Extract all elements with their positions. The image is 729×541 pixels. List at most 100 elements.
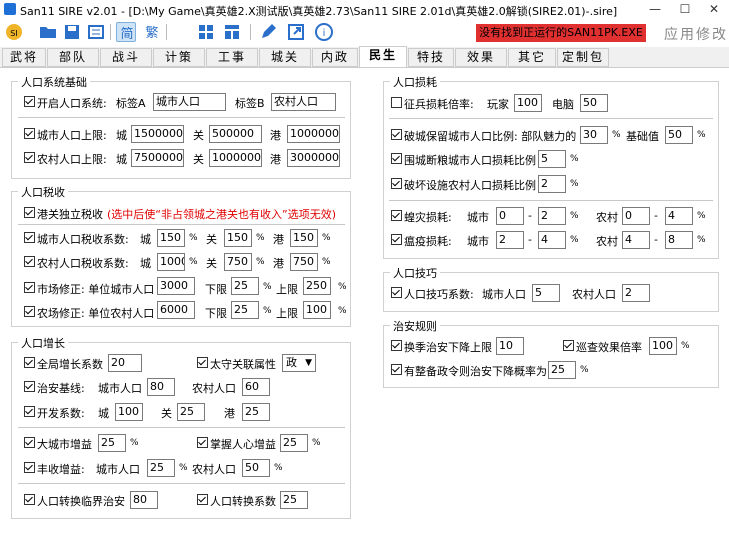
farm-cap-pass-input[interactable]: 1000000 — [209, 149, 262, 167]
independent-tax-checkbox[interactable] — [24, 207, 35, 218]
big-city-input[interactable]: 25 — [98, 434, 126, 452]
governor-attr-checkbox[interactable] — [197, 357, 208, 368]
farm-cap-city-input[interactable]: 7500000 — [131, 149, 184, 167]
tab-cities[interactable]: 城关 — [259, 48, 311, 67]
convert-rate-checkbox[interactable] — [197, 494, 208, 505]
city-tax-pass-input[interactable]: 150 — [224, 229, 252, 247]
encircle-input[interactable]: 5 — [538, 150, 566, 168]
city-cap-pass-input[interactable]: 500000 — [209, 125, 262, 143]
tab-others[interactable]: 其它 — [508, 48, 556, 67]
info-icon[interactable]: i — [314, 22, 334, 42]
farm-cap-port-input[interactable]: 3000000 — [287, 149, 340, 167]
farm-tax-city-input[interactable]: 1000 — [157, 253, 185, 271]
tab-works[interactable]: 工事 — [206, 48, 258, 67]
city-tax-city-input[interactable]: 150 — [157, 229, 185, 247]
destroy-input[interactable]: 2 — [538, 175, 566, 193]
security-base-checkbox[interactable] — [24, 381, 35, 392]
tag-a-input[interactable]: 城市人口 — [153, 93, 226, 111]
farm-fix-input[interactable]: 6000 — [157, 301, 195, 319]
farm-tax-pass-input[interactable]: 750 — [224, 253, 252, 271]
popular-checkbox[interactable] — [197, 437, 208, 448]
develop-port-input[interactable]: 25 — [242, 403, 270, 421]
governor-attr-select[interactable]: 政 ▼ — [282, 354, 316, 372]
season-checkbox[interactable] — [391, 340, 402, 351]
layout-icon[interactable] — [222, 22, 242, 42]
city-cap-checkbox[interactable] — [24, 128, 35, 139]
locust-checkbox[interactable] — [391, 210, 402, 221]
farm-upper-input[interactable]: 100 — [303, 301, 331, 319]
convert-critical-checkbox[interactable] — [24, 494, 35, 505]
simplified-chinese-icon[interactable]: 简 — [116, 22, 136, 42]
locust-farm-min-input[interactable]: 0 — [622, 207, 650, 225]
patrol-input[interactable]: 100 — [649, 337, 677, 355]
popular-input[interactable]: 25 — [280, 434, 308, 452]
edit-pencil-icon[interactable] — [258, 22, 278, 42]
tab-livelihood[interactable]: 民生 — [359, 46, 407, 68]
market-lower-input[interactable]: 25 — [231, 277, 259, 295]
farm-lower-input[interactable]: 25 — [231, 301, 259, 319]
security-farm-input[interactable]: 60 — [242, 378, 270, 396]
plague-city-max-input[interactable]: 4 — [538, 231, 566, 249]
city-tax-checkbox[interactable] — [24, 232, 35, 243]
city-tax-port-input[interactable]: 150 — [290, 229, 318, 247]
conscript-checkbox[interactable] — [391, 97, 402, 108]
encircle-checkbox[interactable] — [391, 153, 402, 164]
plague-checkbox[interactable] — [391, 234, 402, 245]
destroy-checkbox[interactable] — [391, 178, 402, 189]
develop-pass-input[interactable]: 25 — [177, 403, 205, 421]
tab-effects[interactable]: 效果 — [455, 48, 507, 67]
global-growth-checkbox[interactable] — [24, 357, 35, 368]
market-fix-input[interactable]: 3000 — [157, 277, 195, 295]
tab-skills[interactable]: 特技 — [408, 48, 454, 67]
skill-rate-checkbox[interactable] — [391, 287, 402, 298]
tag-b-input[interactable]: 农村人口 — [271, 93, 336, 111]
tab-custom[interactable]: 定制包 — [557, 48, 609, 67]
sire-logo-icon[interactable]: SI — [4, 22, 24, 42]
market-fix-checkbox[interactable] — [24, 282, 35, 293]
siege-checkbox[interactable] — [391, 129, 402, 140]
farm-tax-port-input[interactable]: 750 — [290, 253, 318, 271]
develop-checkbox[interactable] — [24, 406, 35, 417]
security-city-input[interactable]: 80 — [147, 378, 175, 396]
city-cap-city-input[interactable]: 1500000 — [131, 125, 184, 143]
locust-city-min-input[interactable]: 0 — [496, 207, 524, 225]
locust-city-max-input[interactable]: 2 — [538, 207, 566, 225]
tab-internal[interactable]: 内政 — [312, 48, 358, 67]
minimize-button[interactable]: — — [640, 0, 670, 18]
skill-farm-input[interactable]: 2 — [622, 284, 650, 302]
export-icon[interactable] — [286, 22, 306, 42]
city-cap-port-input[interactable]: 1000000 — [287, 125, 340, 143]
convert-critical-input[interactable]: 80 — [130, 491, 158, 509]
save-icon[interactable] — [62, 22, 82, 42]
skill-city-input[interactable]: 5 — [532, 284, 560, 302]
develop-city-input[interactable]: 100 — [115, 403, 143, 421]
siege-input[interactable]: 30 — [580, 126, 608, 144]
plague-farm-max-input[interactable]: 8 — [665, 231, 693, 249]
grid-icon[interactable] — [196, 22, 216, 42]
global-growth-input[interactable]: 20 — [108, 354, 142, 372]
open-folder-icon[interactable] — [38, 22, 58, 42]
big-city-checkbox[interactable] — [24, 437, 35, 448]
harvest-checkbox[interactable] — [24, 462, 35, 473]
farm-cap-checkbox[interactable] — [24, 152, 35, 163]
convert-rate-input[interactable]: 25 — [280, 491, 308, 509]
plague-farm-min-input[interactable]: 4 — [622, 231, 650, 249]
order-input[interactable]: 25 — [548, 361, 576, 379]
market-upper-input[interactable]: 250 — [303, 277, 331, 295]
harvest-city-input[interactable]: 25 — [147, 459, 175, 477]
siege-base-input[interactable]: 50 — [665, 126, 693, 144]
list-icon[interactable] — [86, 22, 106, 42]
close-button[interactable]: ✕ — [699, 0, 729, 18]
plague-city-min-input[interactable]: 2 — [496, 231, 524, 249]
conscript-player-input[interactable]: 100 — [514, 94, 542, 112]
patrol-checkbox[interactable] — [563, 340, 574, 351]
harvest-farm-input[interactable]: 50 — [242, 459, 270, 477]
tab-generals[interactable]: 武将 — [2, 48, 46, 67]
apply-changes-button[interactable]: 应用修改 — [664, 24, 728, 44]
maximize-button[interactable]: ☐ — [670, 0, 700, 18]
season-input[interactable]: 10 — [496, 337, 524, 355]
enable-population-checkbox[interactable] — [24, 96, 35, 107]
traditional-chinese-icon[interactable]: 繁 — [142, 22, 162, 42]
tab-troops[interactable]: 部队 — [47, 48, 99, 67]
order-checkbox[interactable] — [391, 364, 402, 375]
